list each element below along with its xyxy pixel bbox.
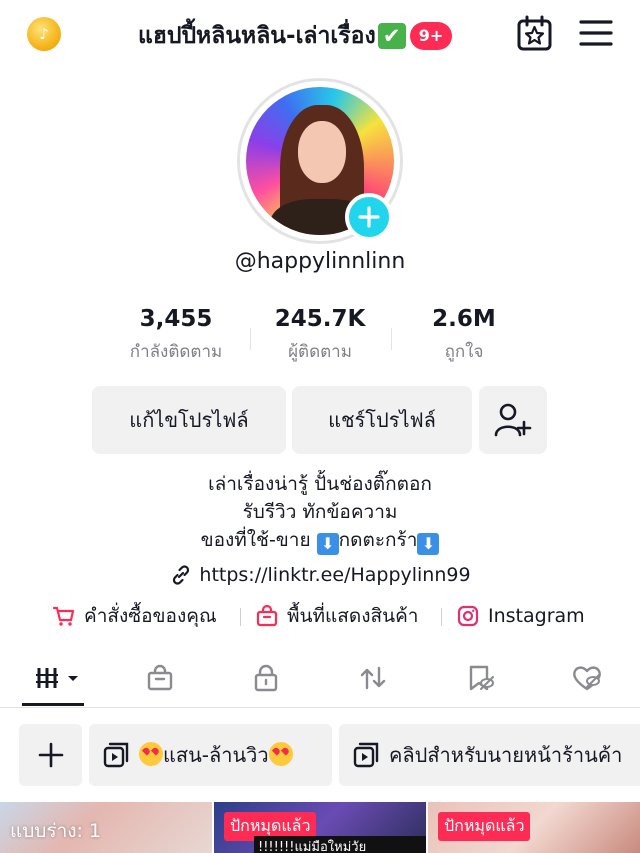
link-icon: [173, 565, 190, 585]
bio-line: ของที่ใช้-ขาย ⬇ กดตะกร้า ⬇: [0, 526, 640, 555]
username: @happylinnlinn: [234, 249, 406, 274]
likes-label: ถูกใจ: [444, 342, 484, 362]
video-thumbnail-draft[interactable]: แบบร่าง: 1: [0, 802, 212, 853]
active-tab-indicator: [22, 703, 84, 706]
likes-count: 2.6M: [432, 306, 496, 332]
pinned-badge: ปักหมุดแล้ว: [438, 812, 531, 841]
orders-label: คำสั่งซื้อของคุณ: [84, 605, 217, 627]
calendar-star-icon[interactable]: [517, 15, 552, 51]
grid-icon: [36, 668, 78, 688]
tab-shop[interactable]: [137, 658, 183, 698]
heart-hidden-icon: [573, 666, 601, 691]
divider: [441, 608, 442, 626]
content-tabs: [0, 650, 640, 708]
instagram-icon: [457, 605, 479, 627]
playlist-chip[interactable]: แสน-ล้านวิว: [89, 724, 332, 786]
bio-line-text: ของที่ใช้-ขาย: [200, 529, 317, 551]
profile-name: แฮปปี้หลินหลิน-เล่าเรื่อง: [138, 23, 376, 49]
instagram-label: Instagram: [488, 605, 585, 627]
profile-stats: 3,455 กำลังติดตาม 245.7K ผู้ติดตาม 2.6M …: [0, 306, 640, 370]
repost-icon: [360, 666, 386, 690]
shortcut-row: คำสั่งซื้อของคุณ พื้นที่แสดงสินค้า Insta…: [0, 600, 640, 632]
top-bar: ♪ แฮปปี้หลินหลิน-เล่าเรื่อง ✔ 9+: [0, 0, 640, 68]
playlist-chip[interactable]: คลิปสำหรับนายหน้าร้านค้า: [339, 724, 640, 786]
followers-count: 245.7K: [274, 306, 366, 332]
playlist-icon: [353, 742, 379, 768]
bio-line-text: กดตะกร้า: [338, 529, 418, 551]
bio-link[interactable]: https://linktr.ee/Happylinn99: [0, 563, 640, 587]
orders-shortcut[interactable]: คำสั่งซื้อของคุณ: [52, 601, 217, 631]
lock-icon: [254, 664, 278, 692]
plus-icon: [38, 742, 63, 768]
stat-followers[interactable]: 245.7K ผู้ติดตาม: [250, 306, 390, 365]
divider: [240, 608, 241, 626]
following-label: กำลังติดตาม: [129, 342, 223, 362]
bio-line: รับรีวิว ทักข้อความ: [242, 501, 398, 523]
down-arrow-icon: ⬇: [417, 533, 440, 555]
playlist-row: แสน-ล้านวิว คลิปสำหรับนายหน้าร้านค้า: [0, 724, 640, 786]
video-caption: !!!!!!!แม่มือใหม่วัย 17!!!!!!!: [254, 836, 426, 853]
shopping-bag-icon: [256, 604, 278, 627]
playlist-title: แสน-ล้านวิว: [163, 743, 269, 767]
plus-icon: [358, 206, 380, 228]
check-mark-icon: ✔: [377, 23, 406, 49]
tab-reposts[interactable]: [350, 658, 396, 698]
menu-icon[interactable]: [579, 19, 613, 47]
instagram-shortcut[interactable]: Instagram: [456, 604, 585, 628]
heart-eyes-emoji-icon: [268, 742, 293, 766]
playlist-title: คลิปสำหรับนายหน้าร้านค้า: [389, 743, 623, 767]
video-thumbnail[interactable]: ปักหมุดแล้ว: [428, 802, 640, 853]
bio: เล่าเรื่องน่ารู้ ปั้นช่องติ๊กตอก รับรีวิ…: [0, 470, 640, 555]
video-thumbnail[interactable]: ปักหมุดแล้ว !!!!!!!แม่มือใหม่วัย 17!!!!!…: [214, 802, 426, 853]
playlist-label: แสน-ล้านวิว: [139, 739, 293, 771]
profile-title[interactable]: แฮปปี้หลินหลิน-เล่าเรื่อง ✔ 9+: [138, 18, 453, 54]
tab-private[interactable]: [243, 658, 289, 698]
stat-likes[interactable]: 2.6M ถูกใจ: [394, 306, 534, 365]
following-count: 3,455: [139, 306, 213, 332]
tab-videos[interactable]: [32, 658, 84, 698]
down-arrow-icon: ⬇: [316, 533, 339, 555]
tab-liked[interactable]: [564, 658, 610, 698]
heart-eyes-emoji-icon: [139, 742, 163, 766]
add-friend-button[interactable]: [479, 386, 547, 454]
add-story-button[interactable]: [345, 193, 393, 241]
showcase-label: พื้นที่แสดงสินค้า: [287, 605, 419, 627]
cart-icon: [52, 606, 75, 626]
edit-profile-button[interactable]: แก้ไขโปรไฟล์: [92, 386, 286, 454]
add-user-icon: [494, 403, 532, 437]
bio-link-text: https://linktr.ee/Happylinn99: [199, 564, 471, 586]
divider: [391, 328, 392, 350]
tiktok-coin-icon[interactable]: ♪: [27, 17, 61, 51]
shopping-bag-icon: [147, 664, 173, 691]
showcase-shortcut[interactable]: พื้นที่แสดงสินค้า: [255, 601, 418, 631]
share-profile-button[interactable]: แชร์โปรไฟล์: [292, 386, 472, 454]
bookmark-hidden-icon: [469, 665, 494, 691]
playlist-icon: [103, 742, 129, 768]
draft-label: แบบร่าง: 1: [10, 820, 102, 842]
followers-label: ผู้ติดตาม: [288, 342, 352, 362]
notification-badge: 9+: [409, 22, 453, 50]
bio-line: เล่าเรื่องน่ารู้ ปั้นช่องติ๊กตอก: [208, 473, 432, 495]
tab-favorites[interactable]: [457, 658, 503, 698]
add-playlist-button[interactable]: [19, 724, 82, 786]
stat-following[interactable]: 3,455 กำลังติดตาม: [106, 306, 246, 365]
